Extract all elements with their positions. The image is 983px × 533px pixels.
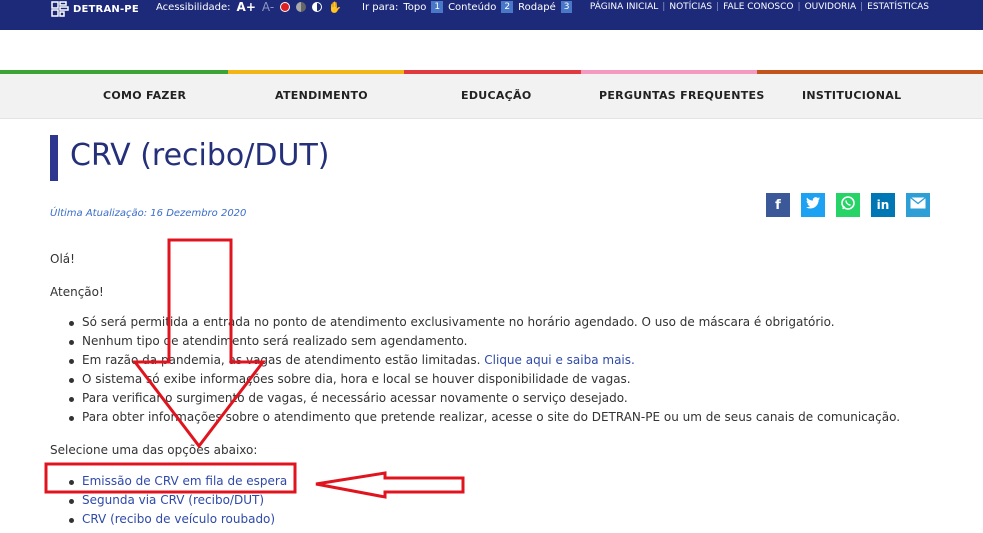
list-item: Nenhum tipo de atendimento será realizad… [68, 332, 900, 351]
goto-label: Ir para: [362, 1, 399, 13]
list-item: Só será permitida a entrada no ponto de … [68, 313, 900, 332]
options-list: Emissão de CRV em fila de espera Segunda… [68, 472, 287, 529]
facebook-share-button[interactable]: f [766, 193, 790, 217]
accessibility-bar: Acessibilidade: A+ A- ✋ [156, 0, 342, 14]
sign-language-icon[interactable]: ✋ [328, 1, 342, 14]
twitter-icon [806, 197, 820, 213]
option-emissao-crv-fila[interactable]: Emissão de CRV em fila de espera [68, 472, 287, 491]
option-segunda-via-crv[interactable]: Segunda via CRV (recibo/DUT) [68, 491, 287, 510]
left-arrow-annotation [315, 471, 465, 499]
detran-logo[interactable]: DETRAN-PE [50, 0, 139, 18]
grayscale-icon[interactable] [296, 2, 307, 12]
main-nav: COMO FAZER ATENDIMENTO EDUCAÇÃO PERGUNTA… [0, 74, 983, 119]
select-label: Selecione uma das opções abaixo: [50, 443, 258, 457]
whatsapp-icon [840, 195, 856, 215]
top-bar: DETRAN-PE Acessibilidade: A+ A- ✋ Ir par… [0, 0, 983, 30]
nav-atendimento[interactable]: ATENDIMENTO [275, 74, 368, 119]
nav-institucional[interactable]: INSTITUCIONAL [802, 74, 901, 119]
learn-more-link[interactable]: Clique aqui e saiba mais. [484, 353, 635, 367]
nav-como-fazer[interactable]: COMO FAZER [103, 74, 186, 119]
goto-content-num[interactable]: 2 [501, 1, 514, 13]
list-item: Para verificar o surgimento de vagas, é … [68, 389, 900, 408]
logo-icon [50, 0, 70, 18]
nav-educacao[interactable]: EDUCAÇÃO [461, 74, 532, 119]
top-links: PÁGINA INICIAL | NOTÍCIAS | FALE CONOSCO | … [589, 2, 929, 12]
ombudsman-link[interactable]: OUVIDORIA [805, 2, 857, 12]
title-accent-bar [50, 135, 58, 181]
list-item: O sistema só exibe informações sobre dia… [68, 370, 900, 389]
goto-footer-link[interactable]: Rodapé [518, 2, 556, 13]
attention-list: Só será permitida a entrada no ponto de … [68, 313, 900, 427]
accessibility-label: Acessibilidade: [156, 1, 231, 13]
email-icon [910, 196, 926, 213]
option-crv-veiculo-roubado[interactable]: CRV (recibo de veículo roubado) [68, 510, 287, 529]
goto-top-link[interactable]: Topo [403, 2, 426, 13]
logo-text: DETRAN-PE [73, 3, 139, 15]
twitter-share-button[interactable] [801, 193, 825, 217]
nav-perguntas-frequentes[interactable]: PERGUNTAS FREQUENTES [599, 74, 765, 119]
linkedin-icon: in [876, 198, 890, 212]
font-increase-button[interactable]: A+ [237, 0, 256, 14]
greeting-text: Olá! [50, 252, 75, 266]
statistics-link[interactable]: ESTATÍSTICAS [867, 2, 929, 12]
list-item: Para obter informações sobre o atendimen… [68, 408, 900, 427]
skip-links: Ir para: Topo 1 Conteúdo 2 Rodapé 3 [362, 0, 573, 14]
whatsapp-share-button[interactable] [836, 193, 860, 217]
list-item: Em razão da pandemia, as vagas de atendi… [68, 351, 900, 370]
goto-top-num[interactable]: 1 [431, 1, 444, 13]
linkedin-share-button[interactable]: in [871, 193, 895, 217]
last-updated: Última Atualização: 16 Dezembro 2020 [50, 208, 247, 219]
email-share-button[interactable] [906, 193, 930, 217]
facebook-icon: f [775, 197, 781, 213]
news-link[interactable]: NOTÍCIAS [669, 2, 712, 12]
contact-link[interactable]: FALE CONOSCO [723, 2, 793, 12]
high-contrast-icon[interactable] [312, 2, 323, 12]
goto-footer-num[interactable]: 3 [560, 1, 573, 13]
contrast-red-icon[interactable] [280, 2, 291, 12]
attention-text: Atenção! [50, 285, 104, 299]
page-title: CRV (recibo/DUT) [70, 138, 330, 173]
goto-content-link[interactable]: Conteúdo [448, 2, 496, 13]
home-link[interactable]: PÁGINA INICIAL [590, 2, 658, 12]
font-decrease-button[interactable]: A- [262, 0, 274, 14]
